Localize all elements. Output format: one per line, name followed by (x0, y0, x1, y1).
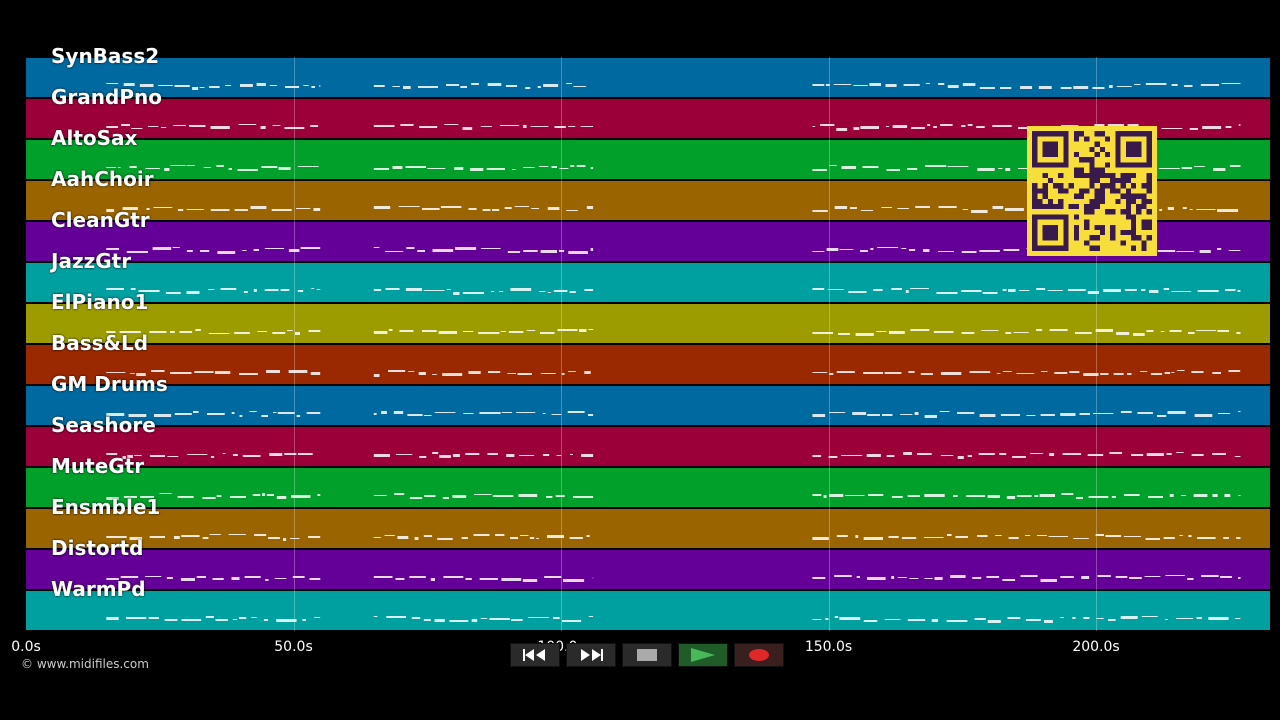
track-label: CleanGtr (51, 208, 150, 232)
track-label: Bass&Ld (51, 331, 149, 355)
rewind-icon (523, 649, 545, 661)
track-lane[interactable] (26, 57, 1270, 97)
grid-line (293, 57, 295, 631)
track-label: Distortd (51, 536, 144, 560)
play-button[interactable] (678, 643, 728, 667)
grid-line (561, 57, 562, 631)
copyright-text: © www.midifiles.com (21, 657, 149, 671)
track-lane[interactable] (26, 303, 1270, 343)
grid-line (828, 57, 830, 631)
record-icon (749, 649, 769, 661)
track-lane[interactable] (26, 262, 1270, 302)
track-label: AahChoir (51, 167, 154, 191)
track-label: GrandPno (51, 85, 162, 109)
tick-label: 200.0s (1072, 639, 1120, 655)
stop-icon (637, 649, 657, 661)
track-lane[interactable] (26, 385, 1270, 425)
track-lane[interactable] (26, 467, 1270, 507)
track-label: GM Drums (51, 372, 168, 396)
track-lane[interactable] (26, 549, 1270, 589)
track-label: Ensmble1 (51, 495, 161, 519)
rewind-button[interactable] (510, 643, 560, 667)
track-label: MuteGtr (51, 454, 145, 478)
track-label: Seashore (51, 413, 156, 437)
forward-button[interactable] (566, 643, 616, 667)
fast-forward-icon (581, 649, 603, 661)
tick-label: 0.0s (11, 639, 41, 655)
track-label: SynBass2 (51, 44, 160, 68)
stop-button[interactable] (622, 643, 672, 667)
track-lane[interactable] (26, 426, 1270, 466)
track-lane[interactable] (26, 508, 1270, 548)
track-lane[interactable] (26, 590, 1270, 630)
record-button[interactable] (734, 643, 784, 667)
tick-label: 50.0s (274, 639, 313, 655)
qr-code-icon (1027, 126, 1157, 256)
play-icon (691, 648, 715, 662)
track-label: WarmPd (51, 577, 146, 601)
track-lane[interactable] (26, 344, 1270, 384)
track-label: JazzGtr (51, 249, 132, 273)
tick-label: 150.0s (804, 639, 853, 655)
track-label: ElPiano1 (51, 290, 149, 314)
transport-controls (510, 643, 784, 667)
track-label: AltoSax (51, 126, 138, 150)
